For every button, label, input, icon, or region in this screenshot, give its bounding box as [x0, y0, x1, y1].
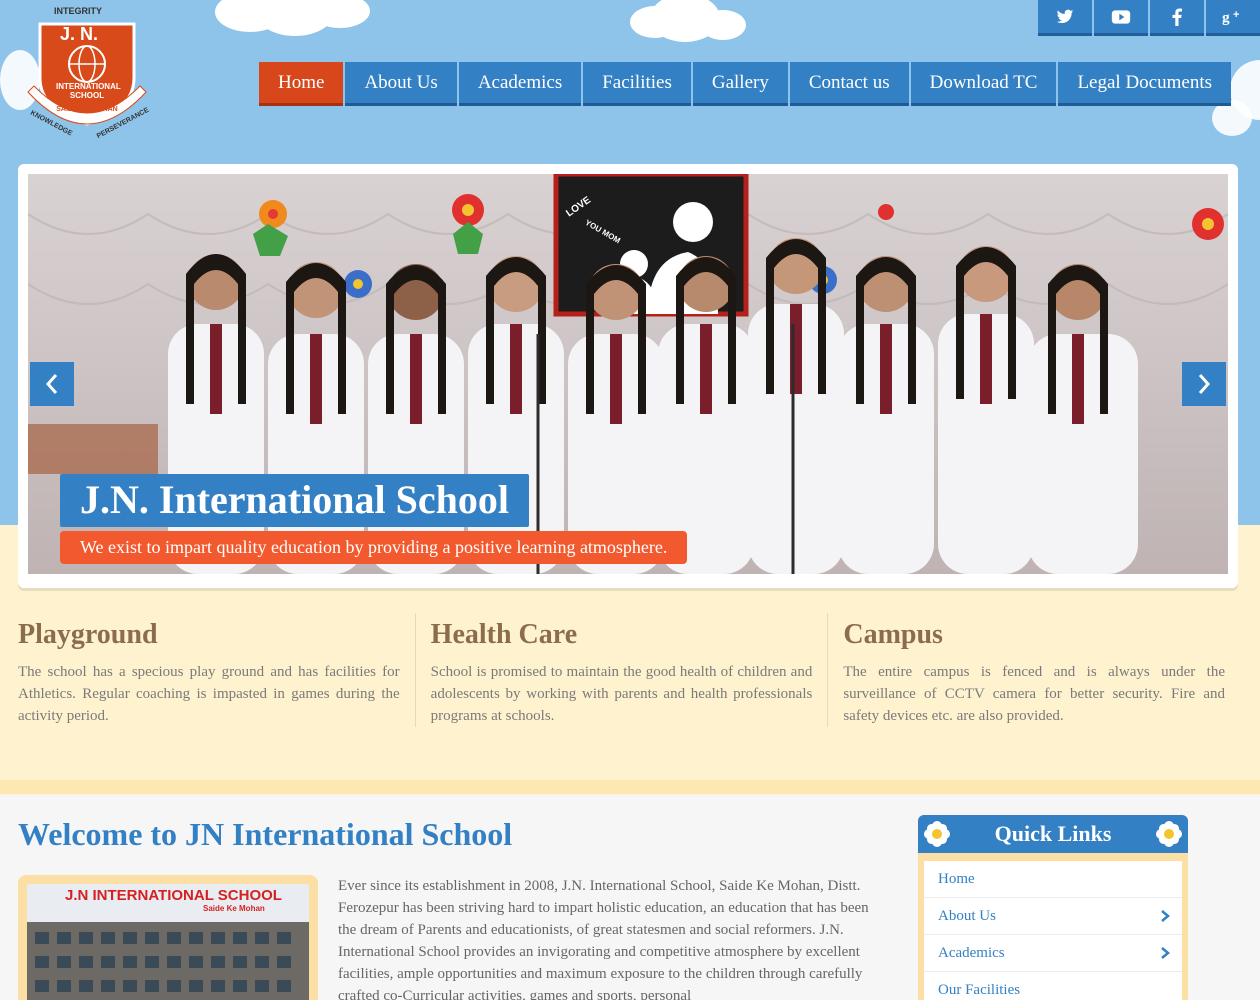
quick-link-label: Home: [938, 870, 975, 887]
cream-divider: [0, 780, 1260, 794]
nav-facilities[interactable]: Facilities: [583, 62, 691, 106]
logo-location-text: SAIDE KE MOHAN: [56, 106, 118, 113]
youtube-icon: [1111, 9, 1131, 24]
svg-text:+: +: [1233, 8, 1239, 20]
chevron-right-icon: [1161, 910, 1170, 922]
nav-download-tc[interactable]: Download TC: [910, 62, 1057, 106]
twitter-button[interactable]: [1038, 0, 1092, 36]
logo-top-text: INTEGRITY: [54, 6, 103, 16]
svg-text:g: g: [1222, 9, 1230, 26]
twitter-icon: [1056, 9, 1074, 23]
flower-icon: [924, 821, 950, 847]
quick-link-home[interactable]: Home: [924, 861, 1182, 898]
school-logo[interactable]: INTEGRITY J. N. INTERNATIONAL SCHOOL SAI…: [22, 6, 152, 144]
feature-health-care: Health Care School is promised to mainta…: [414, 613, 828, 727]
google-plus-icon: g +: [1222, 8, 1239, 26]
chevron-left-icon: [45, 374, 58, 394]
nav-contact-us[interactable]: Contact us: [789, 62, 909, 106]
main-nav: Home About Us Academics Facilities Galle…: [259, 62, 1231, 106]
nav-academics[interactable]: Academics: [458, 62, 582, 106]
hero-slider: LOVE YOU MOM J.N. International School W…: [18, 164, 1238, 588]
feature-playground: Playground The school has a specious pla…: [18, 613, 415, 727]
quick-link-label: About Us: [938, 907, 996, 924]
slide-image: LOVE YOU MOM J.N. International School W…: [28, 174, 1228, 574]
quick-links-panel: Quick Links Home About Us Academics Our …: [918, 815, 1188, 1000]
nav-legal-documents[interactable]: Legal Documents: [1058, 62, 1231, 106]
quick-link-label: Academics: [938, 944, 1005, 961]
quick-link-label: Our Facilities: [938, 981, 1021, 998]
feature-text: The entire campus is fenced and is alway…: [843, 664, 1226, 724]
slide-title: J.N. International School: [60, 474, 529, 527]
logo-school-text: INTERNATIONAL SCHOOL: [56, 82, 121, 100]
quick-link-our-facilities[interactable]: Our Facilities: [924, 972, 1182, 1000]
photo-caption: J.N INTERNATIONAL SCHOOL: [65, 887, 282, 904]
google-plus-button[interactable]: g +: [1206, 0, 1260, 36]
slide-subtitle: We exist to impart quality education by …: [60, 531, 688, 564]
quick-link-academics[interactable]: Academics: [924, 935, 1182, 972]
welcome-paragraph: Ever since its establishment in 2008, J.…: [338, 878, 869, 1000]
nav-gallery[interactable]: Gallery: [692, 62, 788, 106]
nav-home[interactable]: Home: [259, 62, 344, 106]
slider-next-button[interactable]: [1182, 362, 1226, 406]
youtube-button[interactable]: [1094, 0, 1148, 36]
flower-icon: [1156, 821, 1182, 847]
quick-links-list: Home About Us Academics Our Facilities: [924, 861, 1182, 1000]
features-row: Playground The school has a specious pla…: [18, 613, 1240, 727]
facebook-button[interactable]: [1150, 0, 1204, 36]
feature-campus: Campus The entire campus is fenced and i…: [827, 613, 1240, 727]
chevron-right-icon: [1161, 947, 1170, 959]
feature-text: School is promised to maintain the good …: [430, 664, 813, 724]
chevron-right-icon: [1198, 374, 1211, 394]
feature-title: Campus: [843, 619, 943, 650]
quick-link-about-us[interactable]: About Us: [924, 898, 1182, 935]
quick-links-header: Quick Links: [918, 815, 1188, 853]
feature-title: Health Care: [430, 619, 578, 650]
feature-title: Playground: [18, 619, 158, 650]
feature-text: The school has a specious play ground an…: [18, 664, 400, 724]
school-building-photo: J.N INTERNATIONAL SCHOOL Saide Ke Mohan: [18, 875, 318, 1000]
welcome-title: Welcome to JN International School: [18, 816, 513, 852]
nav-about-us[interactable]: About Us: [345, 62, 457, 106]
facebook-icon: [1172, 8, 1182, 26]
social-bar: g +: [1038, 0, 1260, 36]
photo-sub-caption: Saide Ke Mohan: [203, 904, 265, 913]
quick-links-title: Quick Links: [994, 821, 1112, 846]
logo-initials: J. N.: [60, 24, 99, 44]
slider-prev-button[interactable]: [30, 362, 74, 406]
